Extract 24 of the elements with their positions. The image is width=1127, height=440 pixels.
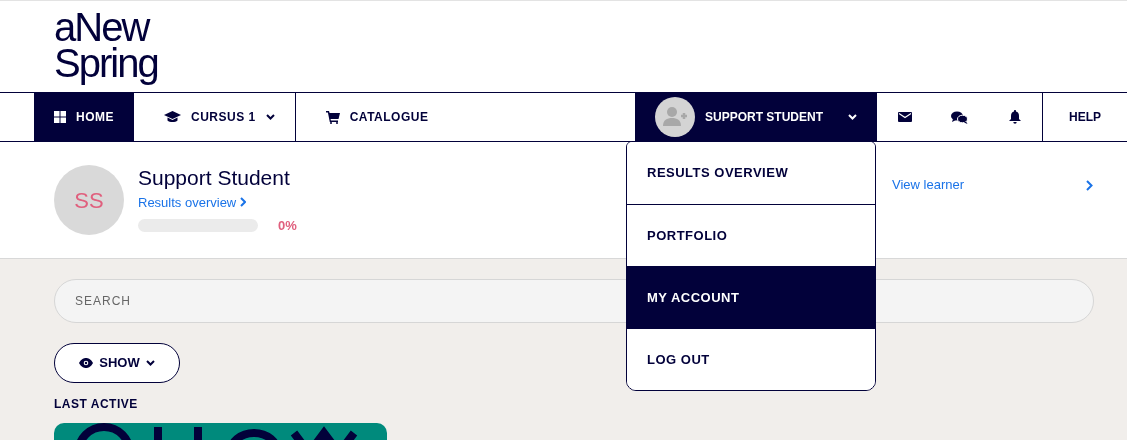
chat-bubbles-icon — [951, 110, 968, 124]
menu-item[interactable]: LOG OUT — [627, 328, 875, 390]
graduation-cap-icon — [164, 111, 181, 123]
cart-icon — [325, 110, 340, 124]
avatar: SS — [54, 165, 124, 235]
avatar-icon — [655, 97, 695, 137]
results-link[interactable]: Results overview — [138, 192, 247, 212]
nav-tab[interactable]: HOME — [34, 93, 134, 141]
chevron-right-icon — [240, 197, 247, 208]
menu-item[interactable]: MY ACCOUNT — [627, 266, 875, 328]
envelope-icon — [897, 112, 912, 122]
caret-icon — [848, 114, 857, 120]
show-button[interactable]: SHOW — [54, 343, 180, 383]
student-name: Support Student — [138, 164, 291, 191]
bell-icon — [1008, 110, 1021, 124]
grid-icon — [54, 111, 66, 123]
section-heading: LAST ACTIVE — [54, 396, 139, 413]
chevron-right-icon — [1086, 179, 1093, 191]
caret-icon — [145, 360, 155, 366]
view-learner-link[interactable]: View learner — [892, 175, 1093, 195]
user-menu-button[interactable]: SUPPORT STUDENT — [635, 93, 877, 141]
progress-percent: 0% — [278, 217, 297, 235]
help-link[interactable]: HELP — [1042, 93, 1127, 141]
eye-icon — [79, 358, 94, 368]
